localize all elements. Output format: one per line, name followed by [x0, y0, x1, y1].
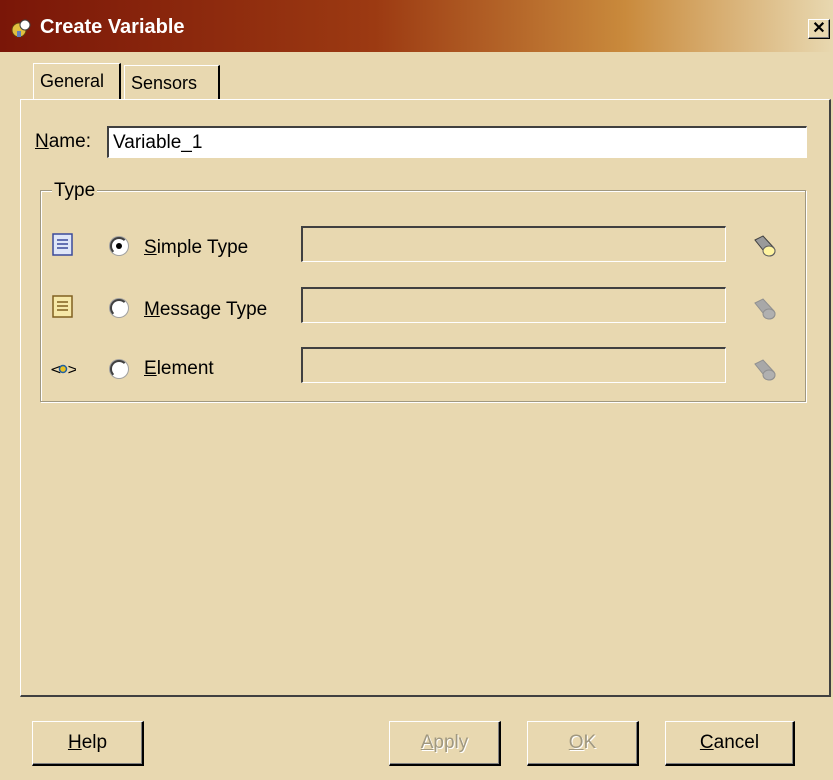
- simple-type-label[interactable]: Simple Type: [144, 237, 248, 259]
- message-type-icon: [52, 295, 73, 318]
- element-radio[interactable]: [110, 360, 128, 378]
- close-button[interactable]: ✕: [808, 19, 830, 39]
- create-variable-dialog: Create Variable ✕ General Sensors Name: …: [0, 0, 833, 780]
- element-label[interactable]: Element: [144, 358, 214, 380]
- browse-flashlight-icon-disabled[interactable]: [752, 297, 778, 321]
- element-icon: < >: [50, 362, 76, 378]
- tab-sensors-label: Sensors: [131, 73, 198, 93]
- simple-type-field[interactable]: [301, 226, 726, 262]
- ok-button[interactable]: OK: [527, 721, 639, 766]
- radio-selected-dot: [116, 243, 122, 249]
- title-bar[interactable]: Create Variable ✕: [0, 0, 833, 52]
- simple-type-icon: [52, 233, 73, 256]
- help-button[interactable]: Help: [32, 721, 144, 766]
- browse-flashlight-icon[interactable]: [752, 234, 778, 258]
- bpel-variable-icon: [11, 19, 31, 38]
- name-label: Name:: [35, 131, 91, 152]
- close-icon: ✕: [812, 20, 826, 37]
- element-field[interactable]: [301, 347, 726, 383]
- simple-type-radio[interactable]: [110, 237, 128, 255]
- svg-text:>: >: [67, 362, 76, 378]
- message-type-field[interactable]: [301, 287, 726, 323]
- browse-flashlight-icon-disabled[interactable]: [752, 358, 778, 382]
- window-title: Create Variable: [40, 16, 185, 38]
- tab-general[interactable]: General: [33, 63, 121, 99]
- message-type-radio[interactable]: [110, 299, 128, 317]
- tab-general-label: General: [40, 71, 105, 91]
- tab-sensors[interactable]: Sensors: [124, 65, 220, 99]
- message-type-label[interactable]: Message Type: [144, 299, 267, 321]
- apply-button[interactable]: Apply: [389, 721, 501, 766]
- name-input[interactable]: [107, 126, 807, 158]
- cancel-button[interactable]: Cancel: [665, 721, 795, 766]
- type-group-label: Type: [52, 180, 98, 202]
